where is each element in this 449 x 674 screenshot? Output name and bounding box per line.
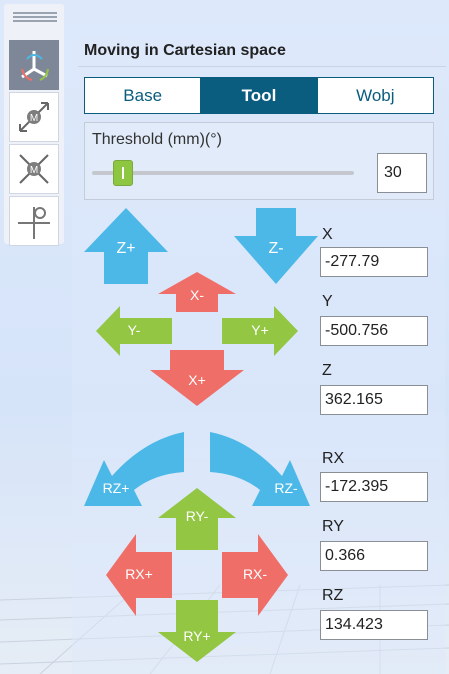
jog-x-plus-button[interactable]: X+ bbox=[150, 350, 244, 406]
jog-rz-plus-label: RZ+ bbox=[102, 480, 130, 496]
coord-z-field[interactable]: 362.165 bbox=[320, 385, 428, 415]
cartesian-mode-button[interactable] bbox=[9, 40, 59, 90]
coord-ry-field[interactable]: 0.366 bbox=[320, 541, 428, 571]
position-pin-icon bbox=[18, 207, 50, 239]
jog-z-minus-label: Z- bbox=[268, 240, 284, 257]
cartesian-axes-icon bbox=[21, 51, 49, 81]
jog-y-minus-label: Y- bbox=[127, 322, 141, 338]
jog-z-minus-button[interactable]: Z- bbox=[234, 208, 318, 284]
coord-y-field[interactable]: -500.756 bbox=[320, 316, 428, 346]
linear-motion-button[interactable]: M bbox=[9, 92, 59, 142]
jog-y-plus-label: Y+ bbox=[251, 322, 269, 338]
coord-z-label: Z bbox=[322, 362, 332, 379]
frame-selector: Base Tool Wobj bbox=[84, 77, 434, 114]
coord-rz-label: RZ bbox=[322, 587, 344, 604]
svg-text:M: M bbox=[30, 165, 38, 176]
jog-rx-plus-button[interactable]: RX+ bbox=[106, 534, 172, 616]
frame-wobj-button[interactable]: Wobj bbox=[318, 78, 433, 113]
threshold-slider-handle[interactable] bbox=[113, 160, 133, 186]
jog-ry-plus-label: RY+ bbox=[183, 628, 211, 644]
coord-rz-field[interactable]: 134.423 bbox=[320, 610, 428, 640]
threshold-input[interactable]: 30 bbox=[377, 153, 427, 193]
threshold-label: Threshold (mm)(°) bbox=[92, 131, 222, 148]
jog-x-plus-label: X+ bbox=[188, 372, 206, 388]
svg-text:M: M bbox=[30, 113, 38, 124]
position-mode-button[interactable] bbox=[9, 196, 59, 246]
jog-rz-minus-label: RZ- bbox=[274, 480, 298, 496]
jog-rx-plus-label: RX+ bbox=[125, 566, 153, 582]
grip-handle-icon[interactable] bbox=[13, 10, 57, 26]
jog-x-minus-label: X- bbox=[190, 287, 204, 303]
coord-rx-field[interactable]: -172.395 bbox=[320, 472, 428, 502]
coord-ry-label: RY bbox=[322, 518, 344, 535]
reorient-motion-icon: M bbox=[19, 154, 49, 184]
coord-rx-label: RX bbox=[322, 450, 345, 467]
jog-z-plus-button[interactable]: Z+ bbox=[84, 208, 168, 284]
linear-motion-icon: M bbox=[19, 102, 49, 132]
jog-z-plus-label: Z+ bbox=[116, 240, 136, 257]
coord-x-field[interactable]: -277.79 bbox=[320, 247, 428, 277]
frame-base-button[interactable]: Base bbox=[85, 78, 202, 113]
jog-y-minus-button[interactable]: Y- bbox=[96, 306, 172, 356]
jog-y-plus-button[interactable]: Y+ bbox=[222, 306, 298, 356]
side-toolbar: M M bbox=[4, 4, 64, 246]
jog-rx-minus-label: RX- bbox=[242, 566, 268, 582]
panel-title: Moving in Cartesian space bbox=[84, 42, 286, 59]
jog-rx-minus-button[interactable]: RX- bbox=[222, 534, 288, 616]
coord-x-label: X bbox=[322, 226, 333, 243]
jog-ry-minus-label: RY- bbox=[185, 508, 209, 524]
frame-tool-button[interactable]: Tool bbox=[201, 78, 318, 113]
reorient-motion-button[interactable]: M bbox=[9, 144, 59, 194]
title-divider bbox=[78, 66, 446, 67]
coord-y-label: Y bbox=[322, 293, 333, 310]
